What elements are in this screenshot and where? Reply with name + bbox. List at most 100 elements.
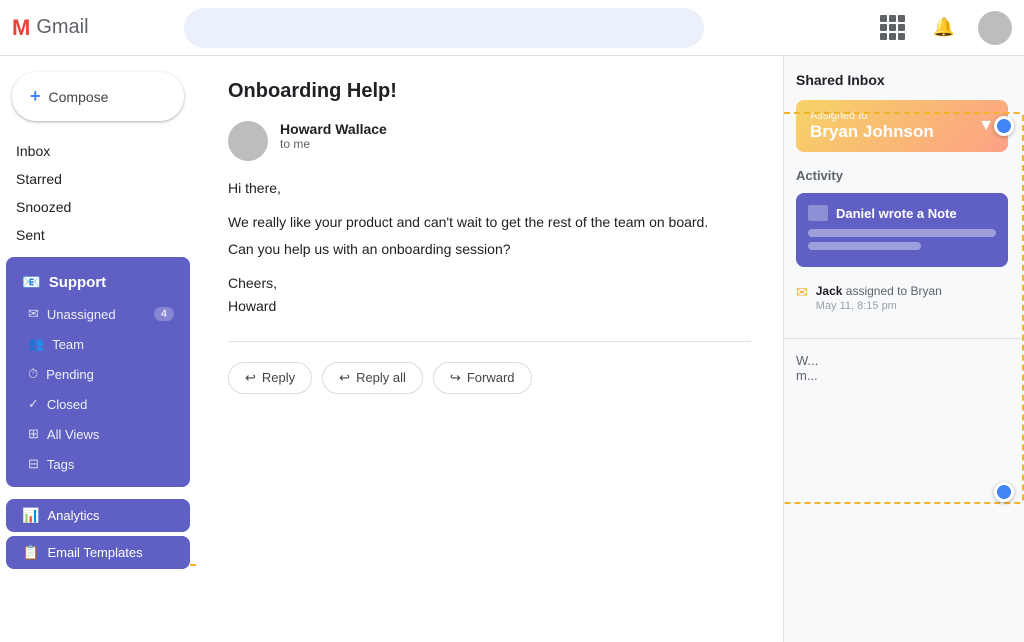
closed-label: Closed [47, 397, 87, 412]
note-header: Daniel wrote a Note [808, 205, 996, 221]
avatar[interactable] [978, 11, 1012, 45]
right-extra: W...m... [784, 338, 1024, 397]
sidebar-item-sent[interactable]: Sent [0, 221, 188, 249]
sender-info: Howard Wallace to me [280, 121, 387, 151]
sender-to: to me [280, 137, 387, 151]
note-title: Daniel wrote a Note [836, 206, 957, 221]
email-sender-row: Howard Wallace to me [228, 121, 751, 161]
activity-section: Activity Daniel wrote a Note ✉ Jack ass [796, 168, 1008, 318]
compose-label: Compose [49, 89, 109, 105]
email-divider [228, 341, 751, 342]
assign-text: Jack assigned to Bryan [816, 283, 942, 300]
extra-text: W...m... [796, 353, 818, 383]
note-icon [808, 205, 828, 221]
note-line-1 [808, 229, 996, 237]
reply-all-button[interactable]: ↩ Reply all [322, 362, 423, 394]
compose-button[interactable]: + Compose [12, 72, 184, 121]
bell-icon: 🔔 [933, 17, 955, 38]
support-title: 📧 Support [6, 265, 190, 299]
note-line-2 [808, 242, 921, 250]
gmail-logo: M Gmail [12, 15, 172, 41]
team-icon: 👥 [28, 336, 44, 352]
email-sign1: Cheers, [228, 272, 751, 294]
unassigned-label: Unassigned [47, 307, 116, 322]
sidebar-item-team[interactable]: 👥 Team [6, 329, 190, 359]
compose-plus-icon: + [30, 86, 41, 107]
assigned-badge: Assigned to Bryan Johnson ▼ [796, 100, 1008, 152]
tags-label: Tags [47, 457, 74, 472]
assign-envelope-icon: ✉ [796, 284, 808, 301]
sidebar-item-email-templates[interactable]: 📋 Email Templates [6, 536, 190, 569]
email-body: Hi there, We really like your product an… [228, 177, 751, 317]
all-views-label: All Views [47, 427, 100, 442]
sidebar-item-unassigned[interactable]: ✉ Unassigned 4 [6, 299, 190, 329]
assigned-info: Assigned to Bryan Johnson [810, 110, 934, 142]
all-views-icon: ⊞ [28, 426, 39, 442]
inbox-label: Inbox [16, 143, 50, 159]
dashed-line [190, 564, 196, 566]
support-section: 📧 Support ✉ Unassigned 4 👥 Team ⏱ Pendin… [6, 257, 190, 487]
gmail-m-icon: M [12, 15, 30, 41]
pending-label: Pending [46, 367, 94, 382]
right-panel: Shared Inbox Assigned to Bryan Johnson ▼… [784, 56, 1024, 642]
analytics-icon: 📊 [22, 507, 39, 524]
search-input[interactable] [200, 19, 688, 36]
sender-name: Howard Wallace [280, 121, 387, 137]
email-greeting: Hi there, [228, 177, 751, 199]
gmail-wordmark: Gmail [36, 16, 88, 39]
sidebar-item-analytics[interactable]: 📊 Analytics [6, 499, 190, 532]
notifications-button[interactable]: 🔔 [926, 10, 962, 46]
assign-time: May 11, 8:15 pm [816, 300, 942, 312]
activity-note: Daniel wrote a Note [796, 193, 1008, 267]
assign-action: assigned to Bryan [846, 284, 942, 298]
reply-icon: ↩ [245, 370, 256, 386]
support-title-label: Support [49, 274, 107, 291]
annotation-dot-top-right [994, 116, 1014, 136]
assign-person: Jack [816, 284, 843, 298]
reply-label: Reply [262, 370, 295, 385]
forward-label: Forward [467, 370, 515, 385]
sidebar-item-pending[interactable]: ⏱ Pending [6, 359, 190, 389]
sidebar-item-closed[interactable]: ✓ Closed [6, 389, 190, 419]
closed-icon: ✓ [28, 396, 39, 412]
activity-assign-row: ✉ Jack assigned to Bryan May 11, 8:15 pm [796, 277, 1008, 318]
grid-icon [880, 15, 905, 40]
sidebar-item-all-views[interactable]: ⊞ All Views [6, 419, 190, 449]
annotation-dot-bottom-right [994, 482, 1014, 502]
unassigned-badge: 4 [154, 307, 174, 321]
snoozed-label: Snoozed [16, 199, 71, 215]
sender-avatar [228, 121, 268, 161]
sidebar: + Compose Inbox Starred Snoozed Sent 📧 S… [0, 56, 196, 642]
activity-title: Activity [796, 168, 1008, 183]
reply-actions: ↩ Reply ↩ Reply all ↪ Forward [228, 362, 751, 394]
email-body-main: We really like your product and can't wa… [228, 211, 751, 233]
email-sign2: Howard [228, 295, 751, 317]
assign-details: Jack assigned to Bryan May 11, 8:15 pm [816, 283, 942, 312]
email-body-question: Can you help us with an onboarding sessi… [228, 238, 751, 260]
right-panel-content: Shared Inbox Assigned to Bryan Johnson ▼… [784, 56, 1024, 334]
email-content: Onboarding Help! Howard Wallace to me Hi… [196, 56, 784, 642]
sidebar-item-inbox[interactable]: Inbox [0, 137, 188, 165]
reply-all-label: Reply all [356, 370, 406, 385]
email-templates-label: Email Templates [47, 545, 142, 560]
reply-all-icon: ↩ [339, 370, 350, 386]
search-bar[interactable] [184, 8, 704, 48]
reply-button[interactable]: ↩ Reply [228, 362, 312, 394]
unassigned-icon: ✉ [28, 306, 39, 322]
sidebar-item-starred[interactable]: Starred [0, 165, 188, 193]
grid-apps-button[interactable] [874, 10, 910, 46]
sidebar-item-tags[interactable]: ⊟ Tags [6, 449, 190, 479]
pending-icon: ⏱ [28, 366, 38, 382]
email-subject: Onboarding Help! [228, 80, 751, 103]
tags-icon: ⊟ [28, 456, 39, 472]
shared-inbox-label: Shared Inbox [796, 72, 1008, 88]
topbar-icons: 🔔 [874, 10, 1012, 46]
main-layout: + Compose Inbox Starred Snoozed Sent 📧 S… [0, 56, 1024, 642]
sidebar-item-snoozed[interactable]: Snoozed [0, 193, 188, 221]
forward-button[interactable]: ↪ Forward [433, 362, 532, 394]
team-label: Team [52, 337, 84, 352]
starred-label: Starred [16, 171, 62, 187]
assigned-dropdown-icon[interactable]: ▼ [978, 117, 994, 135]
topbar: M Gmail 🔔 [0, 0, 1024, 56]
sent-label: Sent [16, 227, 45, 243]
